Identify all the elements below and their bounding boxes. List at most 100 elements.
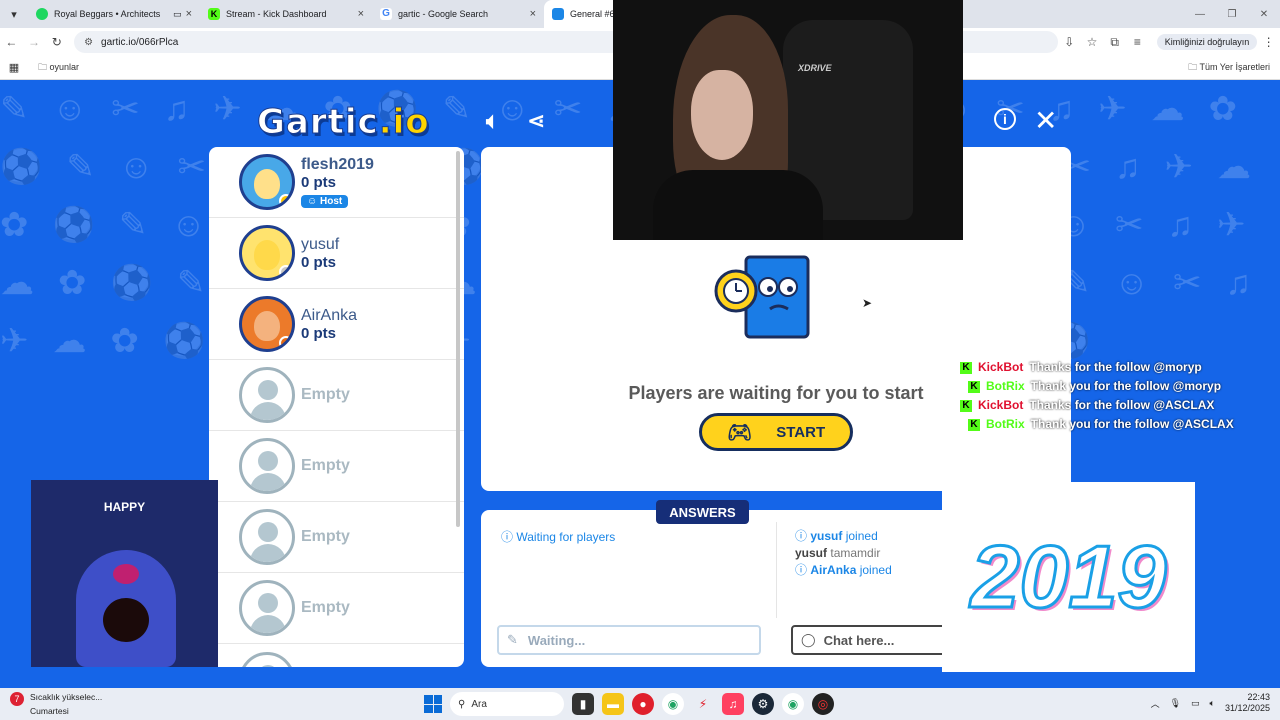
window-controls: — ❐ ✕ [1184,0,1280,28]
tab-google-search[interactable]: G gartic - Google Search × [372,0,544,28]
player-row: flesh2019 0 pts ☺ Host [209,147,464,218]
tab-royal-beggars[interactable]: Royal Beggars • Architects ▭ × [28,0,200,28]
reload-icon[interactable]: ↻ [45,35,68,49]
bookmark-folder-oyunlar[interactable]: 🗀 oyunlar [38,60,79,76]
microphone-icon[interactable]: 🎙︎ [1170,698,1181,709]
volume-tray-icon[interactable]: 🔈︎ [1210,698,1215,709]
file-explorer-icon[interactable]: ▬ [602,693,624,715]
chat-message: Thank you for the follow @ASCLAX [1030,417,1234,431]
search-label: Ara [471,698,487,710]
back-icon[interactable]: ← [0,35,23,49]
system-tray: ︿ 🎙︎ ▭ 🔈︎ 22:43 31/12/2025 [1151,692,1270,714]
info-icon[interactable]: i [994,108,1016,130]
share-icon[interactable]: ⋖ [527,108,545,134]
task-view-icon[interactable]: ▮ [572,693,594,715]
start-button[interactable]: 🎮︎ START [699,413,853,451]
host-badge: ☺ Host [301,194,349,208]
chat-line: yusuf tamamdir [795,545,892,562]
gartic-logo: Gartic.io [257,102,430,143]
kick-icon: K [968,380,980,393]
chrome-icon[interactable]: ◉ [662,693,684,715]
info-icon: ⓘ [501,530,514,544]
obs-icon[interactable]: ◎ [812,693,834,715]
install-icon[interactable]: ⇩ [1058,35,1081,49]
site-info-icon[interactable]: ⚙ [84,37,93,48]
steam-icon[interactable]: ⚙ [752,693,774,715]
empty-slot: Empty [209,431,464,502]
chevron-up-icon[interactable]: ︿ [1151,697,1160,710]
happy-gif-overlay: HAPPY [31,480,218,667]
start-menu-icon[interactable] [424,695,442,713]
close-tab-icon[interactable]: × [530,8,536,20]
menu-icon[interactable]: ⋮ [1257,35,1280,49]
extensions-icon[interactable]: ⧉ [1103,35,1126,50]
player-row: AirAnka 0 pts [209,289,464,360]
chat-bubble-icon: ◯ [801,632,816,647]
logo-main: Gartic [257,102,379,143]
chat-user: KickBot [978,360,1024,374]
forward-icon[interactable]: → [23,35,46,49]
mouse-cursor-icon: ➤ [862,296,873,310]
taskbar-search[interactable]: ⚲ Ara [450,692,564,716]
answer-placeholder: Waiting... [527,632,586,648]
player-points: 0 pts [301,173,337,191]
mascot-clock-icon [714,255,810,339]
player-list-scrollbar[interactable] [456,151,460,527]
empty-slot: Empty [209,573,464,644]
kick-chat-line: K KickBot Thanks for the follow @moryp [960,358,1234,377]
kick-icon: K [960,399,972,412]
display-icon[interactable]: ▭ [1191,698,1200,709]
kick-chat-line: K BotRix Thank you for the follow @moryp [960,377,1234,396]
clock[interactable]: 22:43 31/12/2025 [1225,692,1270,714]
close-icon[interactable]: ✕ [1034,104,1057,137]
kick-chat-line: K KickBot Thanks for the follow @ASCLAX [960,396,1234,415]
taskbar-apps: ⚲ Ara ▮ ▬ ● ◉ ⚡ ♫ ⚙ ◉ ◎ [424,692,834,716]
chat-line: ⓘ yusuf joined [795,528,892,545]
chair-brand: XDRIVE [798,63,832,73]
weather-widget[interactable]: 7 Sıcaklık yükselec... Cumartesi [10,692,102,717]
restore-icon[interactable]: ❐ [1216,9,1248,20]
panel-divider [776,522,777,618]
status-dot [279,194,292,207]
empty-label: Empty [301,528,350,545]
start-label: START [776,423,826,441]
close-tab-icon[interactable]: × [186,8,192,20]
player-info: yusuf 0 pts [301,236,339,271]
player-name: flesh2019 [301,155,374,173]
weather-title: Sıcaklık yükselec... [30,692,103,702]
player-name: yusuf [301,235,340,253]
answer-input[interactable]: ✎ Waiting... [497,625,761,655]
media-icon[interactable]: ≡ [1126,35,1149,49]
app-red-icon[interactable]: ● [632,693,654,715]
pencil-icon: ✎ [507,632,518,647]
empty-slot: Empty [209,360,464,431]
chrome-profile-icon[interactable]: ◉ [782,693,804,715]
music-app-icon[interactable]: ♫ [722,693,744,715]
kick-icon: K [960,361,972,374]
kick-icon: K [208,8,220,20]
chat-text: tamamdir [830,546,881,560]
bolt-app-icon[interactable]: ⚡ [692,693,714,715]
bookmark-folder-label: oyunlar [49,61,80,72]
chat-user: yusuf [795,546,828,560]
answers-tab[interactable]: ANSWERS [656,500,749,524]
bookmark-star-icon[interactable]: ☆ [1081,35,1104,49]
player-info: flesh2019 0 pts ☺ Host [301,156,374,209]
profile-verify-button[interactable]: Kimliğinizi doğrulayın [1156,34,1258,50]
tab-search-icon[interactable]: ▾ [0,0,28,28]
chat-input[interactable]: ◯ Chat here... [791,625,951,655]
tab-kick-dashboard[interactable]: K Stream - Kick Dashboard × [200,0,372,28]
close-window-icon[interactable]: ✕ [1248,9,1280,20]
windows-taskbar: 7 Sıcaklık yükselec... Cumartesi ⚲ Ara ▮ ▬… [0,688,1280,720]
all-bookmarks-folder[interactable]: 🗀 Tüm Yer İşaretleri [1188,60,1270,76]
chat-user: BotRix [986,417,1025,431]
close-tab-icon[interactable]: × [358,8,364,20]
url-text: gartic.io/066rPlca [101,36,179,48]
minimize-icon[interactable]: — [1184,9,1216,20]
avatar [239,225,295,281]
year-2019-overlay: 2019 [942,482,1195,672]
chat-user: BotRix [986,379,1025,393]
avatar [239,154,295,210]
apps-grid-icon[interactable]: ▦ [0,61,28,74]
volume-icon[interactable]: 🔈︎ [486,108,499,134]
